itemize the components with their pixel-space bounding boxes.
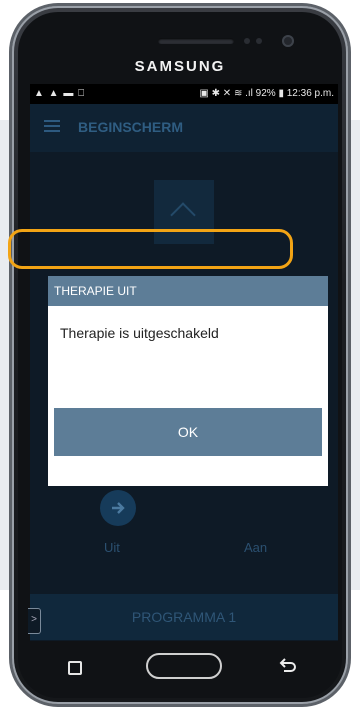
therapy-off-button[interactable] bbox=[100, 490, 136, 526]
navigation-bar bbox=[30, 641, 338, 691]
recent-apps-icon[interactable] bbox=[68, 661, 82, 675]
page-title: BEGINSCHERM bbox=[78, 119, 184, 135]
earpiece-speaker bbox=[158, 38, 234, 44]
message-highlight bbox=[8, 229, 293, 269]
light-sensor bbox=[256, 38, 262, 44]
front-camera bbox=[282, 35, 294, 47]
therapy-dialog: THERAPIE UIT Therapie is uitgeschakeld O… bbox=[48, 276, 328, 486]
chevron-up-icon bbox=[170, 202, 196, 228]
dialog-title: THERAPIE UIT bbox=[48, 276, 328, 306]
label-off: Uit bbox=[104, 540, 120, 555]
status-right-info: ▣ ✱ ✕ ≋ .ıl 92% ▮ 12:36 p.m. bbox=[199, 88, 334, 99]
dialog-message: Therapie is uitgeschakeld bbox=[60, 325, 219, 341]
label-on: Aan bbox=[244, 540, 268, 555]
proximity-sensor bbox=[244, 38, 250, 44]
home-button[interactable] bbox=[146, 653, 222, 679]
back-icon[interactable] bbox=[278, 657, 298, 675]
menu-icon[interactable] bbox=[44, 120, 60, 132]
program-selector[interactable]: PROGRAMMA 1 bbox=[30, 594, 338, 640]
ok-button[interactable]: OK bbox=[54, 408, 322, 456]
arrow-right-icon bbox=[112, 502, 125, 514]
status-left-icons: ▲ ▲ ▬ ⎕ bbox=[34, 88, 86, 99]
phone-screen: ▲ ▲ ▬ ⎕ ▣ ✱ ✕ ≋ .ıl 92% ▮ 12:36 p.m. BEG… bbox=[30, 84, 338, 641]
app-bar: BEGINSCHERM bbox=[30, 104, 338, 152]
side-tab[interactable]: > bbox=[28, 608, 41, 634]
brand-logo: SAMSUNG bbox=[134, 58, 226, 75]
status-bar: ▲ ▲ ▬ ⎕ ▣ ✱ ✕ ≋ .ıl 92% ▮ 12:36 p.m. bbox=[30, 84, 338, 104]
